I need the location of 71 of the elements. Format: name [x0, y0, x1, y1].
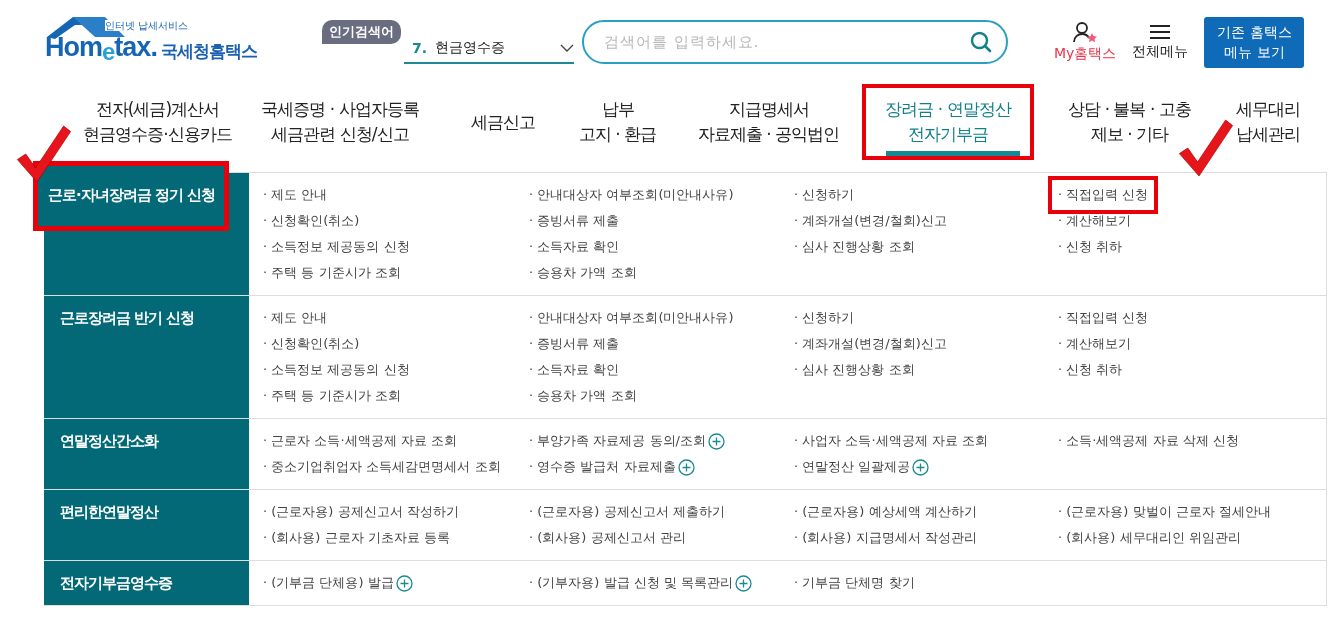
menu-link[interactable]: · (근로자용) 공제신고서 제출하기 [529, 499, 725, 525]
legacy-menu-button[interactable]: 기존 홈택스 메뉴 보기 [1204, 16, 1305, 68]
my-hometax-button[interactable]: My홈택스 [1054, 21, 1117, 63]
nav-tab[interactable]: 지급명세서 자료제출 · 공익법인 [675, 84, 862, 160]
plus-circle-icon[interactable] [912, 458, 930, 476]
menu-link[interactable]: · 신청하기 [794, 182, 855, 208]
menu-link[interactable]: · 신청확인(취소) [263, 208, 360, 234]
user-star-icon [1072, 21, 1099, 43]
logo-tagline: 인터넷 납세서비스 [105, 20, 189, 31]
menu-link[interactable]: · 증빙서류 제출 [529, 208, 620, 234]
plus-circle-icon[interactable] [395, 574, 413, 592]
search-icon[interactable] [970, 31, 992, 53]
menu-link[interactable]: · 사업자 소득·세액공제 자료 조회 [794, 428, 988, 454]
menu-link[interactable]: · 승용차 가액 조회 [529, 260, 637, 286]
plus-circle-icon[interactable] [677, 458, 695, 476]
popular-search-label: 인기검색어 [322, 20, 401, 44]
nav-tab[interactable]: 납부 고지 · 환급 [560, 84, 675, 160]
plus-circle-icon[interactable] [707, 432, 725, 450]
menu-link[interactable]: · 직접입력 신청 [1058, 305, 1149, 331]
menu-link[interactable]: · 주택 등 기준시가 조회 [263, 260, 401, 286]
all-menu-button[interactable]: 전체메뉴 [1132, 23, 1189, 61]
nav-tab[interactable]: 국세증명 · 사업자등록 세금관련 신청/신고 [235, 84, 445, 160]
nav-tab[interactable]: 세금신고 [445, 84, 560, 160]
nav-tab[interactable]: 세무대리 납세관리 [1225, 84, 1310, 160]
menu-link[interactable]: · 소득자료 확인 [529, 234, 620, 260]
nav-tab[interactable]: 상담 · 불복 · 고충 제보 · 기타 [1034, 84, 1225, 160]
logo-name: 국세청홈택스 [160, 40, 257, 63]
nav-tab[interactable]: 장려금 · 연말정산 전자기부금 [862, 84, 1034, 160]
menu-link[interactable]: · 제도 안내 [263, 182, 328, 208]
menu-link[interactable]: · (기부자용) 발급 신청 및 목록관리 [529, 570, 752, 596]
menu-link[interactable]: · (기부금 단체용) 발급 [263, 570, 413, 596]
menu-link[interactable]: · 계좌개설(변경/철회)신고 [794, 208, 947, 234]
menu-link[interactable]: · 증빙서류 제출 [529, 331, 620, 357]
menu-link[interactable]: · 소득정보 제공동의 신청 [263, 234, 410, 260]
menu-link[interactable]: · 안내대상자 여부조회(미안내사유) [529, 182, 734, 208]
menu-link[interactable]: · 기부금 단체명 찾기 [794, 570, 915, 596]
menu-link[interactable]: · 연말정산 일괄제공 [794, 454, 930, 480]
menu-link[interactable]: · (회사용) 근로자 기초자료 등록 [263, 525, 450, 551]
menu-link[interactable]: · (근로자용) 예상세액 계산하기 [794, 499, 977, 525]
menu-link[interactable]: · 승용차 가액 조회 [529, 383, 637, 409]
menu-link[interactable]: · 계산해보기 [1058, 331, 1132, 357]
menu-link[interactable]: · (회사용) 지급명세서 작성관리 [794, 525, 977, 551]
search-bar[interactable]: 검색어를 입력하세요. [582, 20, 1008, 64]
plus-circle-icon[interactable] [734, 574, 752, 592]
chevron-down-icon [560, 44, 574, 52]
menu-link[interactable]: · 소득·세액공제 자료 삭제 신청 [1058, 428, 1239, 454]
menu-link[interactable]: · 계좌개설(변경/철회)신고 [794, 331, 947, 357]
menu-icon [1149, 23, 1172, 41]
logo-wordmark: Hom$_{e}$tax. [45, 32, 157, 67]
menu-link[interactable]: · 소득정보 제공동의 신청 [263, 357, 410, 383]
menu-link[interactable]: · 신청확인(취소) [263, 331, 360, 357]
menu-link[interactable]: · (근로자용) 공제신고서 작성하기 [263, 499, 459, 525]
menu-link[interactable]: · 영수증 발급처 자료제출 [529, 454, 695, 480]
menu-link[interactable]: · (근로자용) 맞벌이 근로자 절세안내 [1058, 499, 1271, 525]
popular-search-dropdown[interactable]: 7. 현금영수증 [404, 34, 574, 64]
menu-link[interactable]: · 부양가족 자료제공 동의/조회 [529, 428, 725, 454]
menu-link[interactable]: · 신청 취하 [1058, 234, 1123, 260]
menu-link[interactable]: · 안내대상자 여부조회(미안내사유) [529, 305, 734, 331]
menu-link[interactable]: · 중소기업취업자 소득세감면명세서 조회 [263, 454, 501, 480]
menu-link[interactable]: · (회사용) 공제신고서 관리 [529, 525, 686, 551]
menu-link[interactable]: · 심사 진행상황 조회 [794, 357, 915, 383]
menu-link[interactable]: · 근로자 소득·세액공제 자료 조회 [263, 428, 457, 454]
menu-link[interactable]: · 주택 등 기준시가 조회 [263, 383, 401, 409]
menu-link[interactable]: · 신청하기 [794, 305, 855, 331]
menu-link[interactable]: · 신청 취하 [1058, 357, 1123, 383]
nav-tab[interactable]: 전자(세금)계산서 현금영수증·신용카드 [80, 84, 235, 160]
section-heading[interactable]: 근로·자녀장려금 정기 신청 [33, 161, 229, 231]
menu-link[interactable]: · 제도 안내 [263, 305, 328, 331]
menu-link[interactable]: · (회사용) 세무대리인 위임관리 [1058, 525, 1241, 551]
menu-link[interactable]: · 심사 진행상황 조회 [794, 234, 915, 260]
menu-link[interactable]: · 소득자료 확인 [529, 357, 620, 383]
